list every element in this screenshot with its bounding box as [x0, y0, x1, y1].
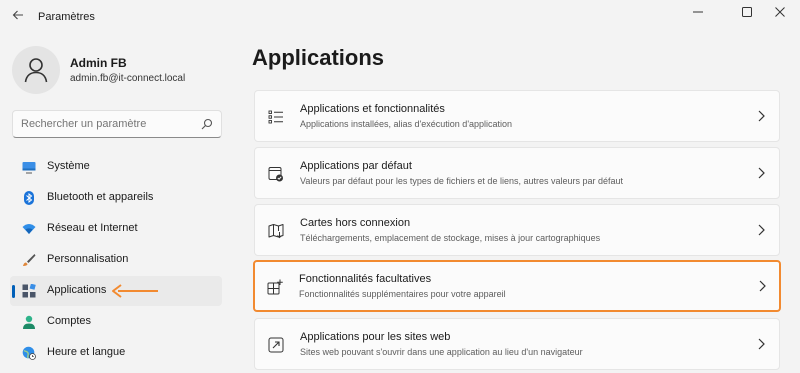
- card-title: Applications pour les sites web: [300, 331, 451, 343]
- default-apps-icon: [268, 167, 283, 182]
- card-title: Fonctionnalités facultatives: [299, 273, 432, 285]
- sidebar-item-reseau[interactable]: Réseau et Internet: [10, 214, 222, 244]
- main-content: Applications Applications et fonctionnal…: [252, 32, 782, 373]
- wifi-icon: [22, 224, 36, 234]
- profile-email: admin.fb@it-connect.local: [70, 73, 186, 84]
- card-title: Applications par défaut: [300, 160, 412, 172]
- active-indicator: [12, 285, 15, 298]
- sidebar-nav: Système Bluetooth et appareils Réseau et…: [10, 152, 222, 369]
- minimize-button[interactable]: [680, 4, 716, 22]
- open-external-icon: [268, 337, 284, 353]
- back-button[interactable]: [10, 9, 26, 25]
- sidebar-item-label: Personnalisation: [47, 253, 129, 265]
- search-box[interactable]: [12, 110, 222, 138]
- card-fonctionnalites-facultatives[interactable]: Fonctionnalités facultatives Fonctionnal…: [253, 260, 781, 312]
- card-subtitle: Applications installées, alias d'exécuti…: [300, 119, 513, 129]
- title-bar: Paramètres: [0, 0, 800, 32]
- user-profile[interactable]: Admin FB admin.fb@it-connect.local: [12, 46, 232, 96]
- chevron-right-icon: [758, 110, 765, 122]
- card-subtitle: Téléchargements, emplacement de stockage…: [300, 233, 601, 243]
- sidebar-item-label: Applications: [47, 284, 107, 296]
- chevron-right-icon: [758, 167, 765, 179]
- sidebar: Admin FB admin.fb@it-connect.local Systè…: [0, 32, 235, 373]
- bluetooth-icon: [24, 191, 34, 205]
- apps-icon: [22, 284, 36, 298]
- card-cartes-hors-connexion[interactable]: Cartes hors connexion Téléchargements, e…: [254, 204, 780, 256]
- person-icon: [24, 58, 48, 83]
- card-title: Cartes hors connexion: [300, 217, 411, 229]
- card-applications-sites-web[interactable]: Applications pour les sites web Sites we…: [254, 318, 780, 370]
- add-grid-icon: [267, 279, 283, 295]
- sidebar-item-comptes[interactable]: Comptes: [10, 307, 222, 337]
- arrow-left-icon: [12, 10, 23, 20]
- card-subtitle: Fonctionnalités supplémentaires pour vot…: [299, 289, 506, 299]
- card-subtitle: Sites web pouvant s'ouvrir dans une appl…: [300, 347, 583, 357]
- brush-icon: [23, 254, 36, 266]
- sidebar-item-label: Heure et langue: [47, 346, 126, 358]
- person-icon: [23, 315, 35, 329]
- window-title: Paramètres: [38, 11, 95, 23]
- close-button[interactable]: [762, 4, 798, 22]
- annotation-arrow-icon: [112, 284, 158, 298]
- sidebar-item-label: Bluetooth et appareils: [47, 191, 154, 203]
- globe-clock-icon: [22, 346, 36, 360]
- chevron-right-icon: [758, 224, 765, 236]
- sidebar-item-label: Système: [47, 160, 90, 172]
- maximize-icon: [742, 7, 752, 17]
- card-title: Applications et fonctionnalités: [300, 103, 445, 115]
- card-applications-par-defaut[interactable]: Applications par défaut Valeurs par défa…: [254, 147, 780, 199]
- map-icon: [268, 224, 284, 239]
- search-icon[interactable]: [201, 118, 213, 130]
- sidebar-item-label: Réseau et Internet: [47, 222, 138, 234]
- maximize-button[interactable]: [729, 4, 765, 22]
- chevron-right-icon: [758, 338, 765, 350]
- list-icon: [268, 110, 283, 124]
- search-input[interactable]: [21, 118, 191, 130]
- page-title: Applications: [252, 45, 385, 70]
- profile-name: Admin FB: [70, 56, 127, 70]
- sidebar-item-label: Comptes: [47, 315, 92, 327]
- card-subtitle: Valeurs par défaut pour les types de fic…: [300, 176, 624, 186]
- sidebar-item-bluetooth[interactable]: Bluetooth et appareils: [10, 183, 222, 213]
- monitor-icon: [22, 162, 36, 174]
- sidebar-item-heure-langue[interactable]: Heure et langue: [10, 338, 222, 368]
- sidebar-item-personnalisation[interactable]: Personnalisation: [10, 245, 222, 275]
- avatar[interactable]: [12, 46, 60, 94]
- sidebar-item-systeme[interactable]: Système: [10, 152, 222, 182]
- card-applications-fonctionnalites[interactable]: Applications et fonctionnalités Applicat…: [254, 90, 780, 142]
- close-icon: [775, 7, 785, 17]
- chevron-right-icon: [759, 280, 766, 292]
- minimize-icon: [693, 11, 703, 13]
